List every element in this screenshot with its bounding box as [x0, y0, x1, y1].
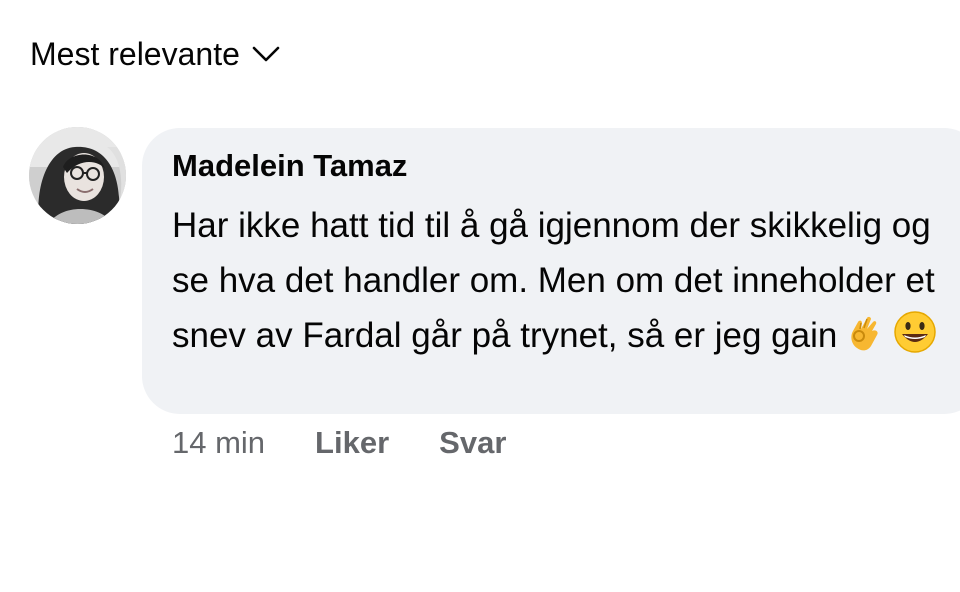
grinning-face-emoji	[893, 310, 937, 354]
comment-bubble: Madelein Tamaz Har ikke hatt tid til å g…	[142, 128, 960, 414]
comment-text: Har ikke hatt tid til å gå igjennom der …	[172, 206, 935, 355]
comment-timestamp: 14 min	[172, 425, 266, 460]
sort-dropdown[interactable]: Mest relevante	[30, 34, 280, 74]
comment-actions: 14 min Liker Svar	[172, 423, 506, 463]
ok-hand-emoji	[845, 314, 885, 354]
comment-author[interactable]: Madelein Tamaz	[172, 146, 960, 186]
avatar[interactable]	[29, 127, 126, 224]
comment-body: Har ikke hatt tid til å gå igjennom der …	[172, 198, 942, 363]
like-button[interactable]: Liker	[315, 423, 389, 463]
sort-label: Mest relevante	[30, 36, 240, 72]
comments-section: Mest relevante Madelein Tamaz Har ikke h…	[0, 0, 960, 592]
chevron-down-icon	[252, 45, 280, 63]
reply-button[interactable]: Svar	[439, 423, 506, 463]
